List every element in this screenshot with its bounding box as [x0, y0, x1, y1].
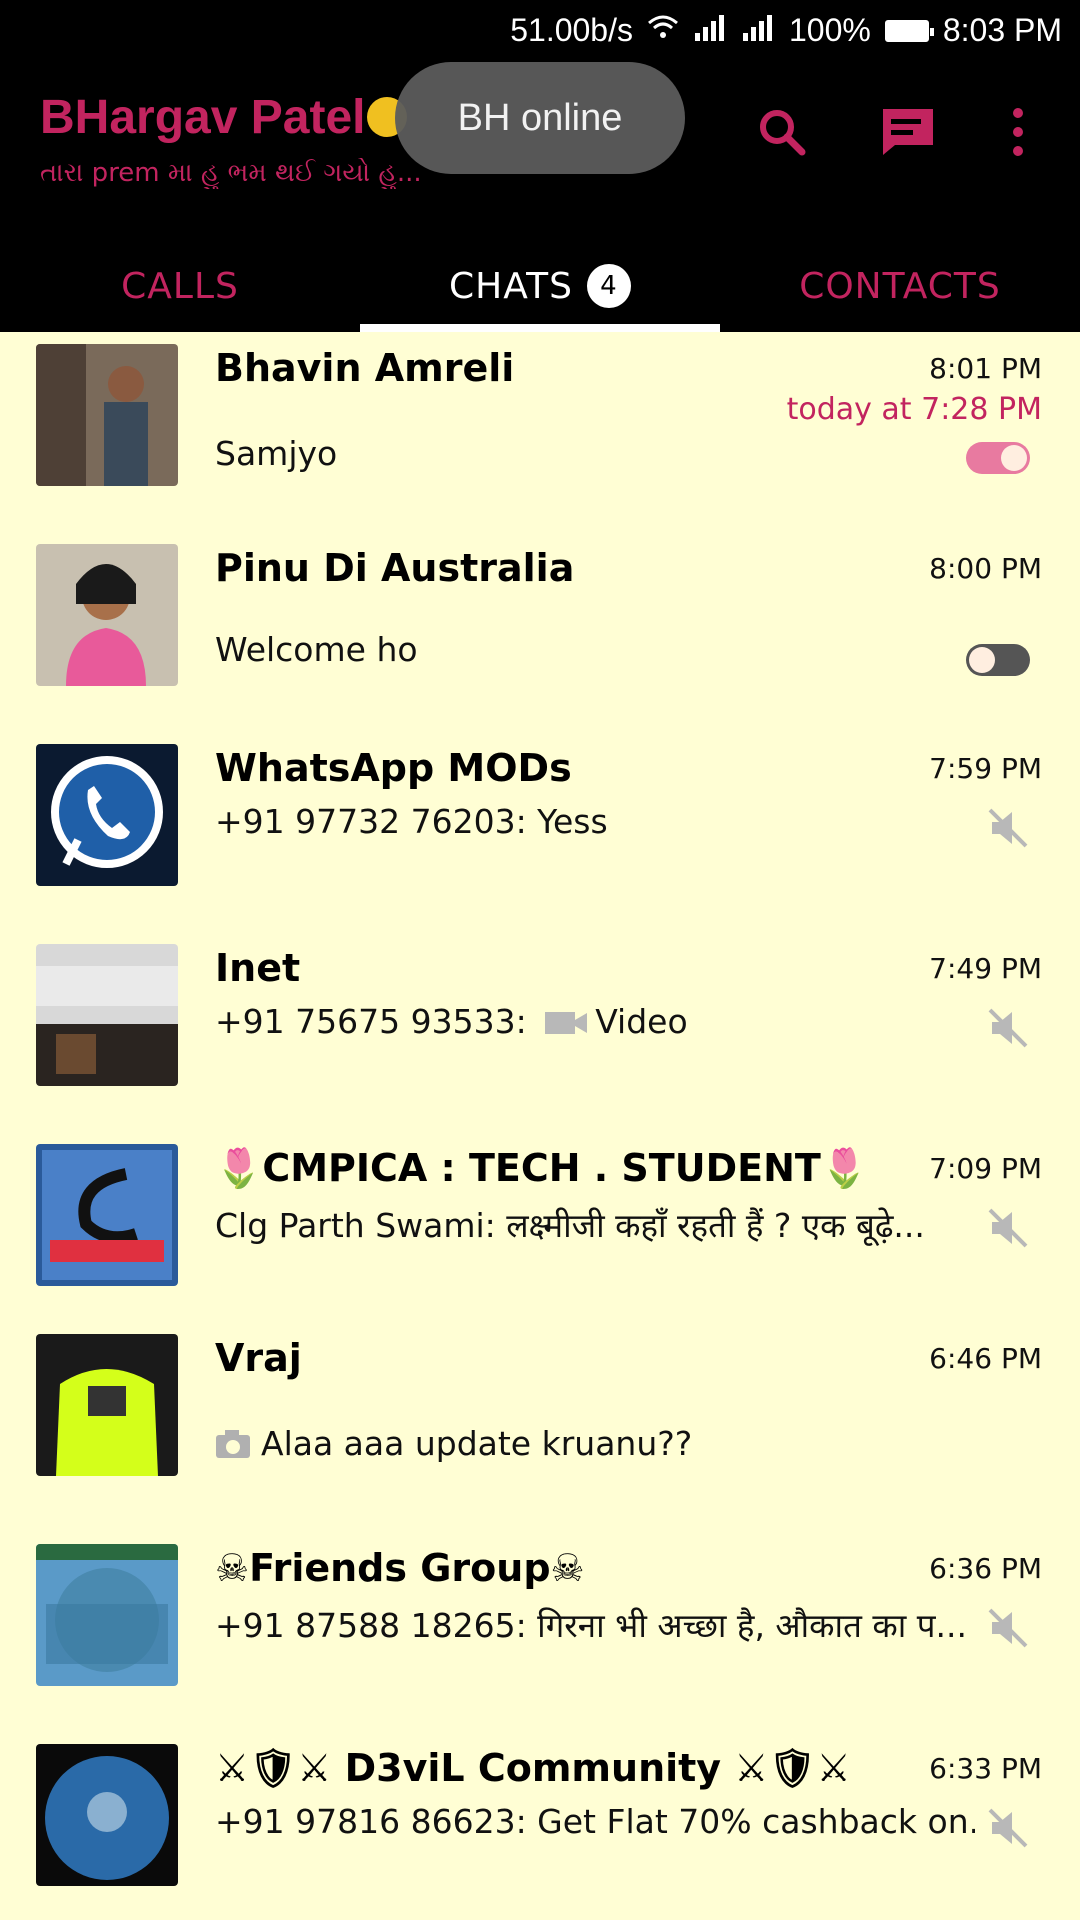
chat-list: Bhavin Amreli 8:01 PM today at 7:28 PM S…: [0, 332, 1080, 1920]
chat-message: +91 87588 18265: गिरना भी अच्छा है, औकात…: [215, 1606, 967, 1645]
online-toast: BH online: [395, 62, 685, 174]
chat-row[interactable]: 🌷CMPICA : TECH . STUDENT🌷 7:09 PM Clg Pa…: [0, 1132, 1080, 1332]
battery-icon: [884, 19, 934, 42]
chat-name: WhatsApp MODs: [215, 746, 572, 790]
chat-name: Inet: [215, 946, 301, 990]
wifi-icon: [647, 12, 679, 49]
last-seen: today at 7:28 PM: [786, 392, 1042, 427]
signal-icon: [741, 12, 775, 49]
chat-name: ⚔🛡⚔ D3viL Community ⚔🛡⚔: [215, 1746, 851, 1790]
tab-bar: CALLS CHATS 4 CONTACTS: [0, 240, 1080, 332]
clock: 8:03 PM: [942, 12, 1062, 48]
search-icon[interactable]: [752, 102, 812, 162]
mute-icon: [988, 1608, 1028, 1648]
chat-message: +91 75675 93533: Video: [215, 1002, 688, 1041]
profile-name[interactable]: BHargav Patel: [40, 90, 408, 145]
chat-row[interactable]: Bhavin Amreli 8:01 PM today at 7:28 PM S…: [0, 332, 1080, 532]
battery-percent: 100%: [788, 12, 871, 48]
network-speed: 51.00b/s: [510, 12, 633, 48]
signal-icon: [693, 12, 727, 49]
chat-row[interactable]: Pinu Di Australia 8:00 PM Welcome ho: [0, 532, 1080, 732]
chat-name: Vraj: [215, 1336, 302, 1380]
avatar: [36, 744, 178, 886]
camera-icon: [216, 1430, 250, 1458]
mute-icon: [988, 1208, 1028, 1248]
new-chat-icon[interactable]: [878, 102, 938, 162]
chat-name: Pinu Di Australia: [215, 546, 575, 590]
avatar: [36, 1144, 178, 1286]
mute-icon: [988, 1008, 1028, 1048]
avatar: [36, 1744, 178, 1886]
chat-row[interactable]: WhatsApp MODs 7:59 PM +91 97732 76203: Y…: [0, 732, 1080, 932]
avatar: [36, 544, 178, 686]
chat-time: 6:36 PM: [929, 1552, 1042, 1585]
chat-message: +91 97816 86623: Get Flat 70% cashback o…: [215, 1802, 975, 1841]
tab-calls[interactable]: CALLS: [0, 240, 360, 332]
video-icon: [545, 1012, 588, 1034]
chat-name: Bhavin Amreli: [215, 346, 515, 390]
chat-message: Alaa aaa update kruanu??: [215, 1424, 692, 1463]
chat-time: 7:49 PM: [929, 952, 1042, 985]
avatar: [36, 344, 178, 486]
chat-row[interactable]: ⚔🛡⚔ D3viL Community ⚔🛡⚔ 6:33 PM +91 9781…: [0, 1732, 1080, 1920]
avatar: [36, 1334, 178, 1476]
chat-time: 7:59 PM: [929, 752, 1042, 785]
chat-time: 6:46 PM: [929, 1342, 1042, 1375]
chat-time: 7:09 PM: [929, 1152, 1042, 1185]
chat-message: Welcome ho: [215, 630, 418, 669]
tab-contacts[interactable]: CONTACTS: [720, 240, 1080, 332]
toggle-on-icon[interactable]: [966, 442, 1030, 474]
avatar: [36, 1544, 178, 1686]
chat-time: 8:00 PM: [929, 552, 1042, 585]
mute-icon: [988, 1808, 1028, 1848]
more-icon[interactable]: [988, 102, 1048, 162]
chat-message: Clg Parth Swami: लक्ष्मीजी कहाँ रहती हैं…: [215, 1206, 925, 1245]
chat-name: 🌷CMPICA : TECH . STUDENT🌷: [215, 1146, 869, 1190]
chat-time: 8:01 PM: [929, 352, 1042, 385]
avatar: [36, 944, 178, 1086]
chat-time: 6:33 PM: [929, 1752, 1042, 1785]
toggle-off-icon[interactable]: [966, 644, 1030, 676]
chat-name: ☠Friends Group☠: [215, 1546, 585, 1590]
chat-row[interactable]: Vraj 6:46 PM Alaa aaa update kruanu??: [0, 1322, 1080, 1522]
mute-icon: [988, 808, 1028, 848]
tab-chats[interactable]: CHATS 4: [360, 240, 720, 332]
chat-row[interactable]: ☠Friends Group☠ 6:36 PM +91 87588 18265:…: [0, 1532, 1080, 1732]
unread-badge: 4: [586, 264, 631, 308]
status-bar: 51.00b/s 100% 8:03 PM: [0, 0, 1080, 62]
chat-row[interactable]: Inet 7:49 PM +91 75675 93533: Video: [0, 932, 1080, 1132]
chat-message: Samjyo: [215, 434, 338, 473]
chat-message: +91 97732 76203: Yess: [215, 802, 608, 841]
